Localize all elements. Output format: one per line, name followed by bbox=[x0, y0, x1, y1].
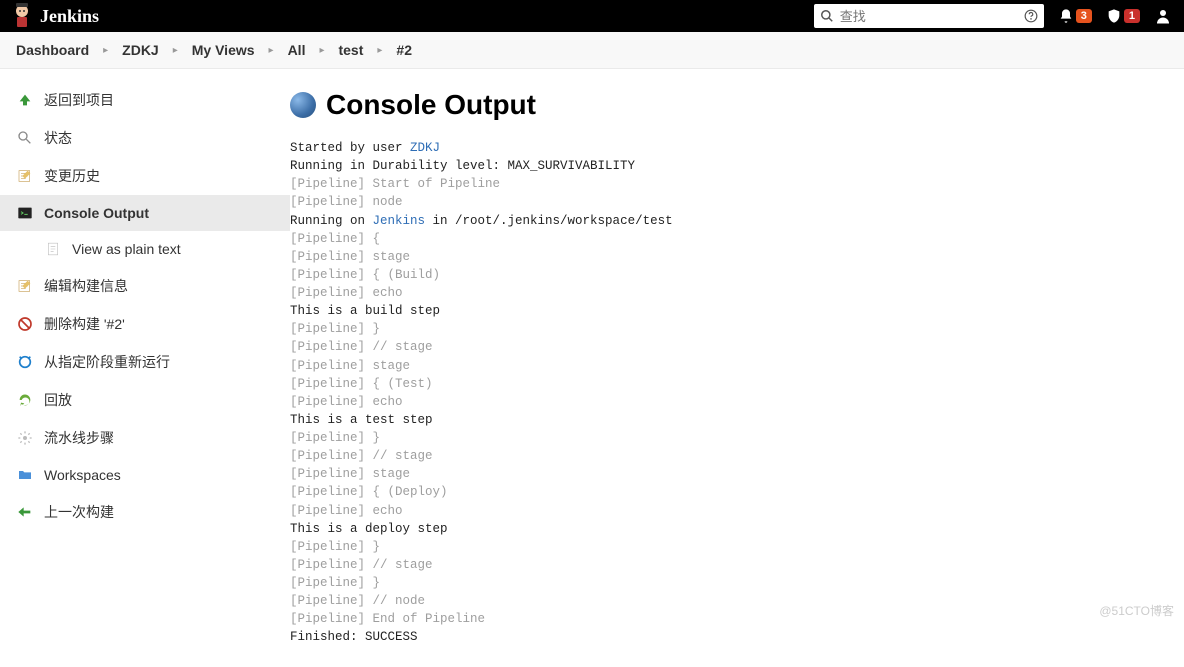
sidebar-item-changes[interactable]: 变更历史 bbox=[0, 157, 290, 195]
sidebar-item-label: 删除构建 '#2' bbox=[44, 314, 125, 334]
watermark: @51CTO博客 bbox=[1099, 602, 1174, 619]
sidebar-item-label: 流水线步骤 bbox=[44, 428, 114, 448]
help-icon[interactable] bbox=[1024, 9, 1038, 23]
magnifier-icon bbox=[16, 129, 34, 147]
search-icon bbox=[820, 9, 834, 23]
user-icon[interactable] bbox=[1154, 7, 1172, 25]
sidebar-item-label: View as plain text bbox=[72, 241, 181, 257]
sidebar-item-label: 编辑构建信息 bbox=[44, 276, 128, 296]
breadcrumb-item[interactable]: #2 bbox=[396, 42, 412, 58]
notepad-icon bbox=[16, 277, 34, 295]
sidebar-item-label: Workspaces bbox=[44, 467, 121, 483]
status-orb-icon bbox=[290, 92, 316, 118]
sidebar-item-console-output[interactable]: Console Output bbox=[0, 195, 290, 231]
page-title: Console Output bbox=[326, 89, 536, 121]
sidebar-item-label: 回放 bbox=[44, 390, 72, 410]
gear-icon bbox=[16, 429, 34, 447]
sidebar-item-workspaces[interactable]: Workspaces bbox=[0, 457, 290, 493]
brand-text: Jenkins bbox=[40, 6, 99, 27]
chevron-right-icon: ▸ bbox=[103, 45, 108, 56]
shield-icon bbox=[1106, 8, 1122, 24]
chevron-right-icon: ▸ bbox=[319, 45, 324, 56]
terminal-icon bbox=[16, 204, 34, 222]
page-title-row: Console Output bbox=[290, 89, 1174, 121]
sidebar-item-status[interactable]: 状态 bbox=[0, 119, 290, 157]
notepad-icon bbox=[16, 167, 34, 185]
sidebar-item-edit-build[interactable]: 编辑构建信息 bbox=[0, 267, 290, 305]
topbar-icons: 3 1 bbox=[1058, 7, 1172, 25]
delete-icon bbox=[16, 315, 34, 333]
top-bar: Jenkins 3 1 bbox=[0, 0, 1184, 32]
bell-badge: 3 bbox=[1076, 9, 1092, 23]
sidebar-item-delete-build[interactable]: 删除构建 '#2' bbox=[0, 305, 290, 343]
sidebar-item-pipeline-steps[interactable]: 流水线步骤 bbox=[0, 419, 290, 457]
sidebar: 返回到项目 状态 变更历史 Console Output View as pla… bbox=[0, 69, 290, 667]
shield-badge: 1 bbox=[1124, 9, 1140, 23]
main-content: Console Output Started by user ZDKJRunni… bbox=[290, 69, 1184, 667]
sidebar-item-label: 状态 bbox=[44, 128, 72, 148]
jenkins-logo-icon bbox=[12, 3, 32, 29]
sidebar-item-plain-text[interactable]: View as plain text bbox=[0, 231, 290, 267]
breadcrumb: Dashboard ▸ ZDKJ ▸ My Views ▸ All ▸ test ▸ #2 bbox=[0, 32, 1184, 69]
sidebar-item-back[interactable]: 返回到项目 bbox=[0, 81, 290, 119]
sidebar-item-label: 返回到项目 bbox=[44, 90, 114, 110]
sidebar-item-prev-build[interactable]: 上一次构建 bbox=[0, 493, 290, 531]
folder-icon bbox=[16, 466, 34, 484]
chevron-right-icon: ▸ bbox=[377, 45, 382, 56]
jenkins-logo[interactable]: Jenkins bbox=[12, 3, 99, 29]
sidebar-item-restart-stage[interactable]: 从指定阶段重新运行 bbox=[0, 343, 290, 381]
search-input[interactable] bbox=[840, 9, 1018, 24]
document-icon bbox=[44, 240, 62, 258]
sidebar-item-label: 变更历史 bbox=[44, 166, 100, 186]
sidebar-item-replay[interactable]: 回放 bbox=[0, 381, 290, 419]
console-output: Started by user ZDKJRunning in Durabilit… bbox=[290, 139, 1174, 647]
notifications-button[interactable]: 3 bbox=[1058, 8, 1092, 24]
restart-icon bbox=[16, 353, 34, 371]
breadcrumb-item[interactable]: My Views bbox=[192, 42, 255, 58]
search-box[interactable] bbox=[814, 4, 1044, 28]
breadcrumb-item[interactable]: All bbox=[288, 42, 306, 58]
replay-icon bbox=[16, 391, 34, 409]
chevron-right-icon: ▸ bbox=[173, 45, 178, 56]
breadcrumb-item[interactable]: Dashboard bbox=[16, 42, 89, 58]
breadcrumb-item[interactable]: ZDKJ bbox=[122, 42, 159, 58]
left-arrow-icon bbox=[16, 503, 34, 521]
sidebar-item-label: 上一次构建 bbox=[44, 502, 114, 522]
breadcrumb-item[interactable]: test bbox=[338, 42, 363, 58]
up-arrow-icon bbox=[16, 91, 34, 109]
security-button[interactable]: 1 bbox=[1106, 8, 1140, 24]
sidebar-item-label: 从指定阶段重新运行 bbox=[44, 352, 170, 372]
sidebar-item-label: Console Output bbox=[44, 205, 149, 221]
chevron-right-icon: ▸ bbox=[269, 45, 274, 56]
bell-icon bbox=[1058, 8, 1074, 24]
